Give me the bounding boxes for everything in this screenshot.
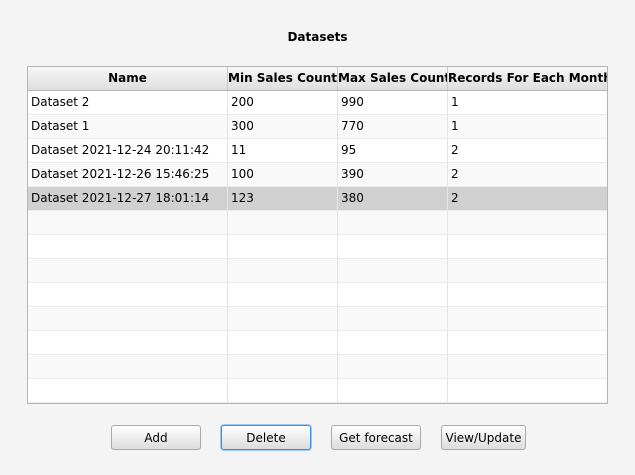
empty-cell — [338, 211, 448, 235]
column-header-max-sales[interactable]: Max Sales Count — [338, 67, 448, 90]
empty-cell — [338, 259, 448, 283]
cell-records: 2 — [448, 187, 607, 211]
table-row[interactable]: Dataset 2021-12-26 15:46:25 100 390 2 — [28, 163, 607, 187]
empty-cell — [228, 355, 338, 379]
cell-min-sales: 200 — [228, 91, 338, 115]
empty-cell — [28, 379, 228, 403]
empty-cell — [338, 379, 448, 403]
cell-name: Dataset 2021-12-26 15:46:25 — [28, 163, 228, 187]
empty-table-row — [28, 259, 607, 283]
empty-cell — [448, 283, 607, 307]
empty-cell — [338, 355, 448, 379]
column-header-records[interactable]: Records For Each Month — [448, 67, 607, 90]
empty-table-row — [28, 379, 607, 403]
page-title: Datasets — [287, 30, 348, 44]
view-update-button[interactable]: View/Update — [441, 425, 526, 450]
table-body: Dataset 2 200 990 1 Dataset 1 300 770 1 Dataset … — [28, 91, 607, 403]
empty-cell — [228, 211, 338, 235]
empty-cell — [228, 259, 338, 283]
empty-cell — [448, 259, 607, 283]
empty-cell — [448, 235, 607, 259]
empty-cell — [338, 331, 448, 355]
empty-cell — [448, 355, 607, 379]
empty-cell — [28, 283, 228, 307]
cell-max-sales: 95 — [338, 139, 448, 163]
table-row[interactable]: Dataset 2 200 990 1 — [28, 91, 607, 115]
column-header-min-sales[interactable]: Min Sales Count — [228, 67, 338, 90]
cell-min-sales: 11 — [228, 139, 338, 163]
empty-cell — [228, 283, 338, 307]
empty-cell — [28, 259, 228, 283]
cell-records: 1 — [448, 91, 607, 115]
empty-cell — [28, 235, 228, 259]
empty-table-row — [28, 355, 607, 379]
empty-cell — [28, 331, 228, 355]
cell-max-sales: 990 — [338, 91, 448, 115]
cell-name: Dataset 2021-12-24 20:11:42 — [28, 139, 228, 163]
empty-table-row — [28, 283, 607, 307]
table-row[interactable]: Dataset 2021-12-24 20:11:42 11 95 2 — [28, 139, 607, 163]
add-button[interactable]: Add — [111, 425, 201, 450]
cell-min-sales: 300 — [228, 115, 338, 139]
cell-name: Dataset 2021-12-27 18:01:14 — [28, 187, 228, 211]
cell-max-sales: 770 — [338, 115, 448, 139]
empty-cell — [228, 379, 338, 403]
empty-cell — [28, 355, 228, 379]
empty-table-row — [28, 211, 607, 235]
empty-cell — [228, 235, 338, 259]
empty-cell — [448, 379, 607, 403]
cell-min-sales: 123 — [228, 187, 338, 211]
empty-cell — [28, 307, 228, 331]
empty-cell — [338, 283, 448, 307]
cell-records: 2 — [448, 163, 607, 187]
cell-min-sales: 100 — [228, 163, 338, 187]
cell-max-sales: 380 — [338, 187, 448, 211]
empty-cell — [338, 307, 448, 331]
delete-button[interactable]: Delete — [221, 425, 311, 450]
cell-name: Dataset 2 — [28, 91, 228, 115]
table-row[interactable]: Dataset 1 300 770 1 — [28, 115, 607, 139]
datasets-table[interactable]: Name Min Sales Count Max Sales Count Rec… — [27, 66, 608, 404]
table-row[interactable]: Dataset 2021-12-27 18:01:14 123 380 2 — [28, 187, 607, 211]
cell-max-sales: 390 — [338, 163, 448, 187]
get-forecast-button[interactable]: Get forecast — [331, 425, 421, 450]
empty-table-row — [28, 307, 607, 331]
column-header-name[interactable]: Name — [28, 67, 228, 90]
cell-records: 2 — [448, 139, 607, 163]
empty-cell — [228, 307, 338, 331]
empty-cell — [228, 331, 338, 355]
table-header: Name Min Sales Count Max Sales Count Rec… — [28, 67, 607, 91]
cell-name: Dataset 1 — [28, 115, 228, 139]
empty-cell — [448, 307, 607, 331]
empty-cell — [448, 331, 607, 355]
empty-cell — [448, 211, 607, 235]
empty-cell — [338, 235, 448, 259]
empty-table-row — [28, 331, 607, 355]
empty-table-row — [28, 235, 607, 259]
cell-records: 1 — [448, 115, 607, 139]
empty-cell — [28, 211, 228, 235]
